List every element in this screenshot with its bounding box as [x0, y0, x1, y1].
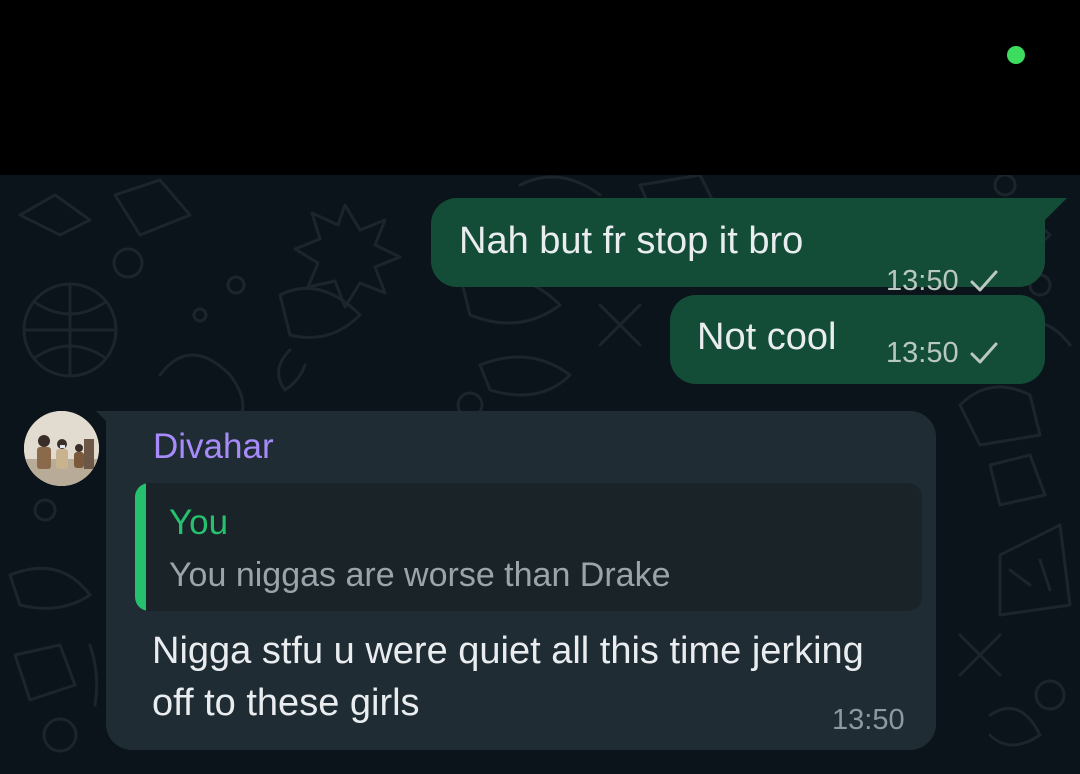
sender-name[interactable]: Divahar [153, 427, 274, 467]
message-meta: 13:50 [886, 265, 999, 297]
message-text: Not cool [697, 316, 837, 358]
message-time: 13:50 [886, 265, 959, 297]
single-check-icon [970, 342, 998, 364]
outgoing-message-bubble[interactable]: Nah but fr stop it bro 13:50 [431, 198, 1045, 297]
message-text: Nah but fr stop it bro [459, 220, 804, 262]
privacy-indicator-dot [1007, 46, 1025, 64]
group-photo-avatar [24, 411, 99, 486]
single-check-icon [970, 270, 998, 292]
chat-conversation[interactable]: Nah but fr stop it bro 13:50 Not cool 13… [0, 175, 1080, 774]
quoted-reply[interactable]: You You niggas are worse than Drake [135, 483, 922, 611]
status-bar [0, 0, 1080, 175]
message-meta: 13:50 [886, 337, 999, 369]
phone-screen: Nah but fr stop it bro 13:50 Not cool 13… [0, 0, 1080, 774]
sender-avatar[interactable] [24, 411, 99, 486]
quote-text: You niggas are worse than Drake [169, 556, 671, 594]
quote-author: You [169, 503, 229, 542]
incoming-message-bubble[interactable]: Divahar You You niggas are worse than Dr… [106, 411, 936, 750]
message-time: 13:50 [886, 337, 959, 369]
message-text: Nigga stfu u were quiet all this time je… [152, 630, 864, 724]
quote-accent-bar [135, 483, 146, 611]
message-time: 13:50 [832, 704, 905, 736]
